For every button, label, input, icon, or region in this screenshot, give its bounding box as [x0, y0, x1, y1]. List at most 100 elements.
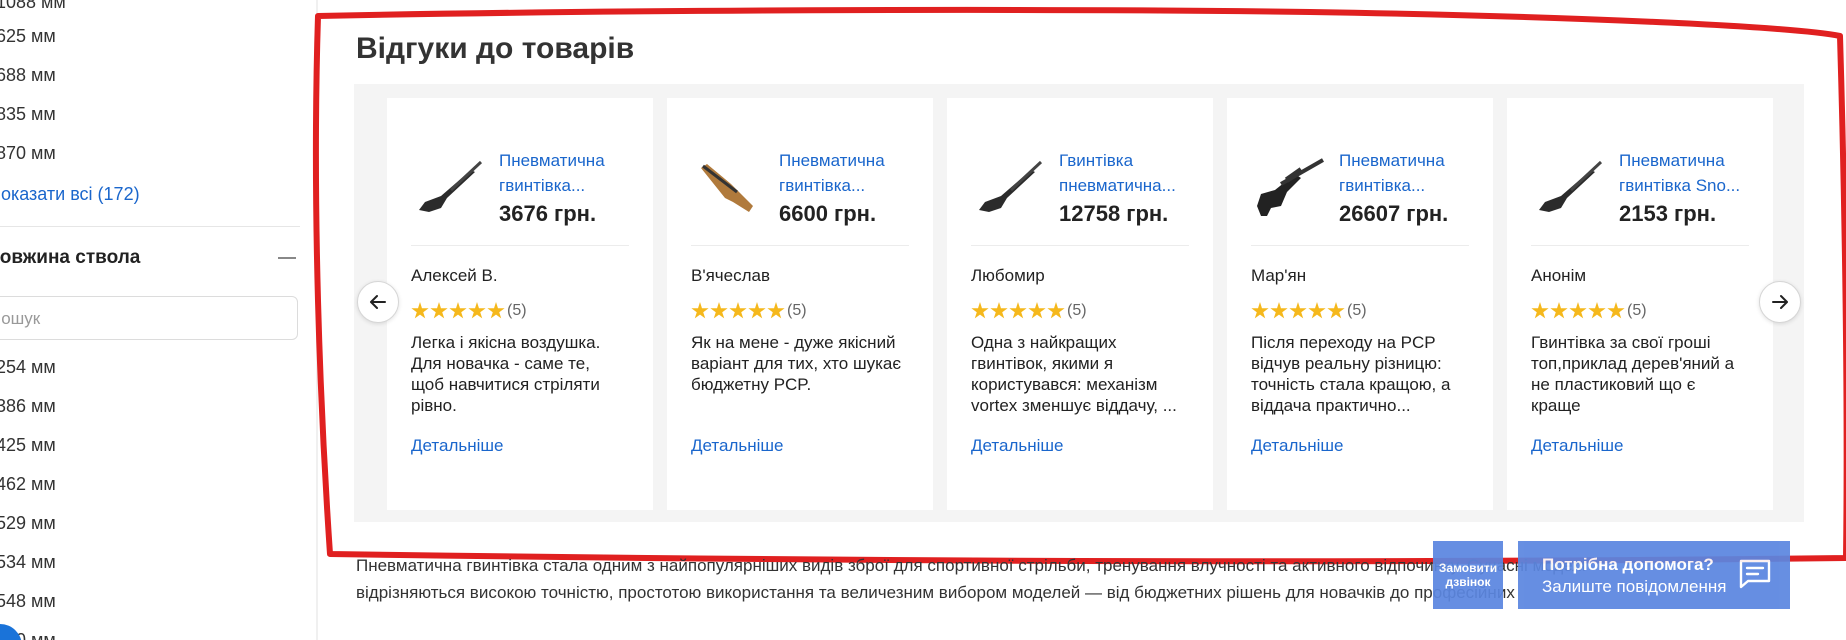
review-card[interactable]: Пневматична гвинтівка... 6600 грн. В'ячесла…	[667, 98, 933, 510]
review-card[interactable]: Пневматична гвинтівка... 26607 грн. Мар'ян (…	[1227, 98, 1493, 510]
product-name-line: гвинтівка Sno...	[1619, 176, 1741, 195]
order-call-button[interactable]: Замовити дзвінок	[1433, 541, 1503, 609]
review-details-link[interactable]: Детальніше	[971, 436, 1064, 456]
filter-option-length[interactable]: 688 мм	[0, 65, 56, 86]
product-thumbnail[interactable]	[971, 150, 1047, 226]
star-icon	[971, 302, 989, 319]
product-price: 6600 грн.	[779, 201, 877, 226]
star-icon	[1028, 302, 1046, 319]
carousel-prev-button[interactable]	[357, 281, 399, 323]
review-details-link[interactable]: Детальніше	[1531, 436, 1624, 456]
filter-option-barrel[interactable]: 386 мм	[0, 396, 56, 417]
filter-option-barrel[interactable]: 529 мм	[0, 513, 56, 534]
star-icon	[487, 302, 505, 319]
star-icon	[1588, 302, 1606, 319]
star-icon	[1009, 302, 1027, 319]
review-author: В'ячеслав	[691, 266, 771, 285]
help-message-button[interactable]: Потрібна допомога? Залиште повідомлення	[1518, 541, 1790, 609]
help-subtitle: Залиште повідомлення	[1542, 577, 1727, 596]
filter-option-label: 835 мм	[0, 104, 56, 124]
review-details-link[interactable]: Детальніше	[411, 436, 504, 456]
star-icon	[411, 302, 429, 319]
review-card[interactable]: Гвинтівка пневматична... 12758 грн. Любомир…	[947, 98, 1213, 510]
filter-option-barrel[interactable]: 534 мм	[0, 552, 56, 573]
star-icon	[1531, 302, 1549, 319]
review-line: точність стала кращою, а	[1251, 375, 1451, 394]
star-icon	[767, 302, 785, 319]
filter-option-label: 625 мм	[0, 26, 56, 46]
review-details-link[interactable]: Детальніше	[1251, 436, 1344, 456]
filter-option-label: 1088 мм	[0, 0, 66, 12]
filter-option-length[interactable]: 835 мм	[0, 104, 56, 125]
rating-count: (5)	[507, 302, 527, 319]
review-card[interactable]: Пневматична гвинтівка... 3676 грн. Алексей …	[387, 98, 653, 510]
product-name-line: пневматична...	[1059, 176, 1176, 195]
star-icon	[1607, 302, 1625, 319]
review-author: Мар'ян	[1251, 266, 1307, 285]
review-card[interactable]: Пневматична гвинтівка Sno... 2153 грн. Анон…	[1507, 98, 1773, 510]
review-line: Гвинтівка за свої гроші	[1531, 333, 1711, 352]
order-call-label: Замовити дзвінок	[1438, 561, 1498, 589]
product-thumbnail[interactable]	[1251, 150, 1327, 226]
review-line: Одна з найкращих	[971, 333, 1117, 352]
reviews-title: Відгуки до товарів	[356, 32, 635, 65]
filter-option-barrel[interactable]: 425 мм	[0, 435, 56, 456]
review-text: Легка і якісна воздушка. Для новачка - са…	[411, 332, 633, 416]
product-thumbnail[interactable]	[411, 150, 487, 226]
review-line: щоб навчитися стріляти	[411, 375, 600, 394]
review-text: Як на мене - дуже якісний варіант для тих…	[691, 332, 913, 395]
review-line: vortex зменшує віддачу, ...	[971, 396, 1177, 415]
product-name-line: Пневматична	[1339, 151, 1445, 170]
star-rating: (5)	[1251, 300, 1367, 322]
filter-option-barrel[interactable]: 548 мм	[0, 591, 56, 612]
collapse-icon[interactable]	[278, 257, 296, 259]
star-icon	[1047, 302, 1065, 319]
product-thumbnail[interactable]	[1531, 150, 1607, 226]
star-icon	[430, 302, 448, 319]
product-name-line: гвинтівка...	[779, 176, 866, 195]
review-line: рівно.	[411, 396, 457, 415]
product-price: 12758 грн.	[1059, 201, 1169, 226]
star-icon	[691, 302, 709, 319]
rating-count: (5)	[1627, 302, 1647, 319]
product-name-link[interactable]: Пневматична гвинтівка Sno...	[1619, 148, 1769, 198]
show-all-link[interactable]: Показати всі (172)	[0, 184, 140, 205]
review-line: краще	[1531, 396, 1581, 415]
barrel-length-heading: Довжина ствола	[0, 247, 141, 268]
product-name-link[interactable]: Пневматична гвинтівка...	[499, 148, 649, 198]
review-line: не пластиковий що є	[1531, 375, 1696, 394]
carousel-next-button[interactable]	[1759, 281, 1801, 323]
filter-option-barrel[interactable]: 462 мм	[0, 474, 56, 495]
card-separator	[1251, 245, 1469, 246]
product-name-line: Пневматична	[499, 151, 605, 170]
filter-option-barrel[interactable]: 254 мм	[0, 357, 56, 378]
filter-option-label: 529 мм	[0, 513, 56, 533]
rating-count: (5)	[787, 302, 807, 319]
sidebar-separator	[0, 226, 300, 227]
product-name-link[interactable]: Гвинтівка пневматична...	[1059, 148, 1209, 198]
product-name-link[interactable]: Пневматична гвинтівка...	[779, 148, 929, 198]
chat-icon	[1739, 559, 1771, 589]
review-author: Любомир	[971, 266, 1045, 285]
product-thumbnail[interactable]	[691, 150, 767, 226]
star-icon	[1550, 302, 1568, 319]
review-author: Анонім	[1531, 266, 1587, 285]
review-text: Одна з найкращих гвинтівок, якими я корист…	[971, 332, 1193, 416]
card-separator	[691, 245, 909, 246]
product-name-link[interactable]: Пневматична гвинтівка...	[1339, 148, 1489, 198]
product-name-line: Пневматична	[779, 151, 885, 170]
filter-option-length[interactable]: 1088 мм	[0, 0, 66, 13]
sidebar-divider	[316, 0, 318, 640]
star-icon	[468, 302, 486, 319]
filter-option-length[interactable]: 870 мм	[0, 143, 56, 164]
filter-option-label: 548 мм	[0, 591, 56, 611]
star-rating: (5)	[691, 300, 807, 322]
barrel-search-input[interactable]: Пошук	[0, 296, 298, 340]
rating-count: (5)	[1347, 302, 1367, 319]
card-separator	[971, 245, 1189, 246]
review-details-link[interactable]: Детальніше	[691, 436, 784, 456]
filter-sidebar: 1088 мм 625 мм 688 мм 835 мм 870 мм Пока…	[0, 0, 318, 640]
star-icon	[1308, 302, 1326, 319]
review-line: користувався: механізм	[971, 375, 1158, 394]
filter-option-length[interactable]: 625 мм	[0, 26, 56, 47]
